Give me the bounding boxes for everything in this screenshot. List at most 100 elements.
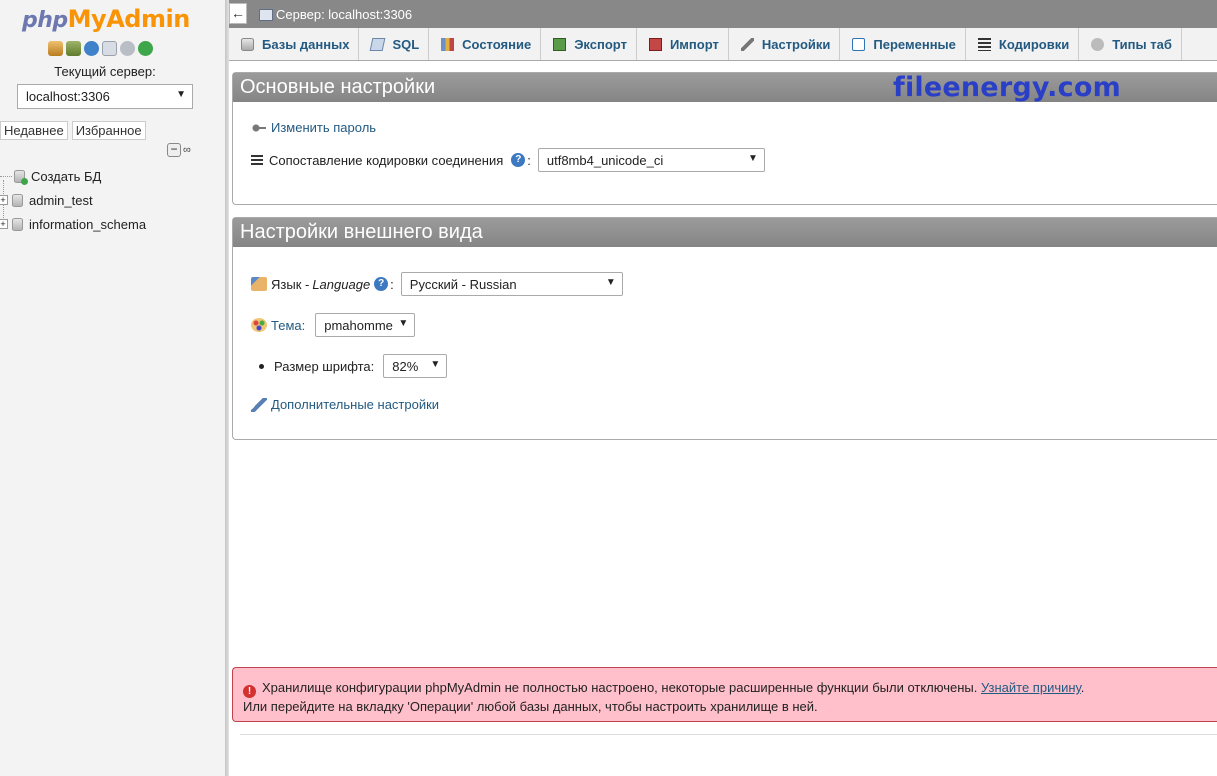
font-size-select[interactable]: 82% ▼: [383, 354, 448, 378]
collation-select-value: utf8mb4_unicode_ci: [546, 153, 664, 168]
server-icon: [259, 8, 273, 21]
theme-select[interactable]: pmahomme ▼: [315, 313, 416, 337]
change-password-row: Изменить пароль: [251, 120, 376, 135]
tab-databases[interactable]: Базы данных: [229, 28, 360, 60]
settings-icon[interactable]: [120, 41, 135, 56]
tree-item-admin-test[interactable]: + admin_test: [0, 188, 225, 212]
breadcrumb-server: Сервер: localhost:3306: [276, 7, 413, 22]
colon: :: [527, 152, 531, 168]
collation-select[interactable]: utf8mb4_unicode_ci ▼: [537, 148, 765, 172]
language-label: Язык -: [271, 276, 310, 292]
error-line-2: Или перейдите на вкладку 'Операции' любо…: [243, 699, 818, 714]
language-select[interactable]: Русский - Russian ▼: [400, 272, 623, 296]
sql-icon: [370, 37, 386, 51]
tab-engines[interactable]: Типы таб: [1079, 28, 1182, 60]
error-text: Хранилище конфигурации phpMyAdmin не пол…: [262, 680, 978, 695]
server-select[interactable]: localhost:3306 ▼: [17, 84, 193, 109]
tab-label: Кодировки: [998, 36, 1070, 52]
tree-branch: [0, 175, 12, 177]
tab-favorites[interactable]: Избранное: [71, 121, 146, 140]
tab-label: Экспорт: [574, 36, 627, 52]
collapse-nav-button[interactable]: ←: [229, 3, 247, 24]
chevron-down-icon: ▼: [747, 153, 758, 164]
language-select-value: Русский - Russian: [409, 277, 517, 292]
theme-select-value: pmahomme: [324, 318, 393, 333]
logo-my: My: [67, 5, 107, 33]
collation-label: Сопоставление кодировки соединения: [269, 152, 504, 168]
help-icon[interactable]: ?: [511, 153, 526, 167]
wrench-icon: [251, 397, 267, 412]
key-icon: [251, 120, 267, 135]
home-icon[interactable]: [48, 41, 63, 56]
tab-label: Переменные: [873, 36, 956, 52]
nav-icon-bar: [48, 41, 153, 56]
bullet-icon: [259, 363, 264, 369]
more-settings-link[interactable]: Дополнительные настройки: [271, 397, 439, 412]
config-storage-error: ! Хранилище конфигурации phpMyAdmin не по…: [232, 667, 1217, 722]
current-server-label: Текущий сервер:: [54, 64, 156, 79]
error-period: .: [1080, 680, 1085, 695]
font-size-row: Размер шрифта: 82% ▼: [251, 354, 448, 378]
error-icon: !: [243, 685, 256, 698]
tab-label: Настройки: [761, 36, 831, 52]
expand-icon[interactable]: +: [0, 219, 8, 229]
watermark: fileenergy.com: [893, 72, 1121, 103]
nav-resize-handle[interactable]: [225, 0, 229, 776]
language-label-english: Language: [312, 276, 371, 292]
database-icon: [241, 37, 254, 51]
theme-label[interactable]: Тема:: [271, 318, 305, 333]
server-select-value: localhost:3306: [26, 89, 110, 104]
tab-label: Типы таб: [1112, 36, 1172, 52]
navigation-panel: phpMyAdmin Текущий сервер: localhost:330…: [0, 0, 225, 776]
find-out-why-link[interactable]: Узнайте причину: [981, 680, 1081, 695]
help-icon[interactable]: [84, 41, 99, 56]
charset-icon: [251, 155, 263, 165]
expand-icon[interactable]: +: [0, 195, 8, 205]
help-icon[interactable]: ?: [374, 277, 389, 291]
collapse-all-icon[interactable]: −: [167, 143, 181, 157]
chevron-down-icon: ▼: [605, 277, 616, 288]
tree-item-label: information_schema: [29, 216, 147, 232]
docs-icon[interactable]: [102, 41, 117, 56]
error-line-1: ! Хранилище конфигурации phpMyAdmin не по…: [243, 679, 1212, 698]
appearance-settings-panel: Настройки внешнего вида Язык - Language …: [232, 217, 1217, 440]
logo-admin: Admin: [106, 5, 190, 33]
tree-item-create-db[interactable]: Создать БД: [0, 164, 225, 188]
tab-label: Импорт: [669, 36, 719, 52]
tab-status[interactable]: Состояние: [429, 28, 542, 60]
tab-variables[interactable]: Переменные: [840, 28, 966, 60]
font-size-label: Размер шрифта:: [274, 358, 375, 374]
tab-label: Состояние: [462, 36, 532, 52]
divider: [240, 734, 1217, 735]
breadcrumb[interactable]: Сервер: localhost:3306: [259, 7, 412, 22]
tab-recent[interactable]: Недавнее: [0, 121, 68, 140]
phpmyadmin-logo[interactable]: phpMyAdmin: [22, 5, 190, 33]
chevron-down-icon: ▼: [176, 89, 186, 100]
link-icon[interactable]: ∞: [183, 144, 191, 156]
theme-row: Тема: pmahomme ▼: [251, 313, 416, 337]
tab-charsets[interactable]: Кодировки: [966, 28, 1080, 60]
font-size-select-value: 82%: [392, 359, 419, 374]
wrench-icon: [740, 37, 754, 51]
tab-settings[interactable]: Настройки: [729, 28, 841, 60]
language-icon: [251, 277, 267, 291]
reload-icon[interactable]: [138, 41, 153, 56]
database-icon: [12, 193, 23, 207]
tab-import[interactable]: Импорт: [637, 28, 729, 60]
variables-icon: [852, 37, 866, 51]
tab-export[interactable]: Экспорт: [541, 28, 637, 60]
theme-icon: [251, 318, 267, 332]
tab-label: Базы данных: [262, 36, 350, 52]
language-row: Язык - Language ?: Русский - Russian ▼: [251, 272, 623, 296]
exit-icon[interactable]: [66, 41, 81, 56]
status-icon: [441, 37, 455, 51]
colon: :: [390, 276, 394, 292]
export-icon: [553, 37, 567, 51]
logo-php: php: [22, 8, 68, 33]
tab-sql[interactable]: SQL: [359, 28, 430, 60]
database-icon: [12, 217, 23, 231]
tree-item-information-schema[interactable]: + information_schema: [0, 212, 225, 236]
tab-label: SQL: [392, 36, 420, 52]
panel-title: Настройки внешнего вида: [233, 218, 1217, 247]
change-password-link[interactable]: Изменить пароль: [271, 120, 376, 135]
